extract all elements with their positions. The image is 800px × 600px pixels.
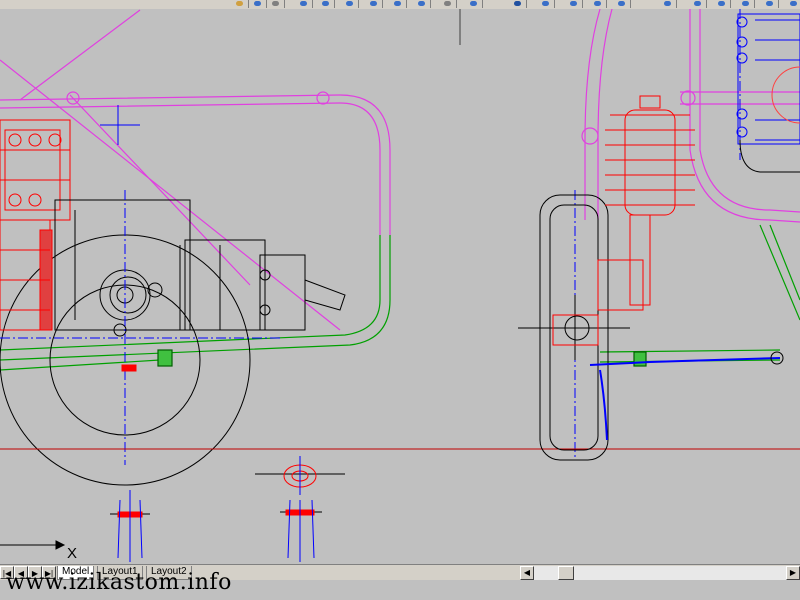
front-wheel [518, 194, 630, 461]
drawing-canvas[interactable]: X [0, 9, 800, 564]
tie-rod [589, 357, 781, 441]
layer-icon[interactable] [232, 0, 249, 8]
scroll-left-button[interactable]: ◀ [520, 566, 534, 580]
box-icon[interactable] [466, 0, 483, 8]
cube-icon[interactable] [250, 0, 267, 8]
centerlines [0, 9, 741, 465]
render-icon[interactable] [590, 0, 607, 8]
ucs-icon [0, 540, 66, 550]
shade-icon[interactable] [566, 0, 583, 8]
seat-detail [736, 13, 800, 145]
view-icon-6[interactable] [786, 0, 800, 8]
view-icon-4[interactable] [738, 0, 755, 8]
ucs-x-label: X [67, 545, 78, 562]
edit-icon[interactable] [510, 0, 527, 8]
cad-drawing [0, 9, 800, 562]
frame-rail [0, 9, 800, 331]
save-icon[interactable] [268, 0, 285, 8]
sphere-icon[interactable] [318, 0, 335, 8]
view-icon-1[interactable] [660, 0, 677, 8]
scroll-right-button[interactable]: ▶ [786, 566, 800, 580]
cylinder-icon[interactable] [342, 0, 359, 8]
scroll-thumb[interactable] [558, 566, 574, 580]
gearbox [54, 199, 346, 337]
watermark: www.izikastom.info [6, 570, 232, 595]
wedge-icon[interactable] [390, 0, 407, 8]
pin-icon[interactable] [440, 0, 457, 8]
detail-bolts [110, 456, 345, 515]
shock-absorber [552, 95, 695, 346]
cone-icon[interactable] [366, 0, 383, 8]
view-icon-2[interactable] [690, 0, 707, 8]
circle-icon[interactable] [296, 0, 313, 8]
horizontal-scrollbar[interactable]: ◀ ▶ [520, 566, 800, 580]
view-icon-5[interactable] [762, 0, 779, 8]
torus-icon[interactable] [414, 0, 431, 8]
view-icon-3[interactable] [714, 0, 731, 8]
green-rails [0, 224, 800, 371]
engine [0, 119, 71, 331]
rotate-icon[interactable] [538, 0, 555, 8]
cube-render-icon[interactable] [614, 0, 631, 8]
